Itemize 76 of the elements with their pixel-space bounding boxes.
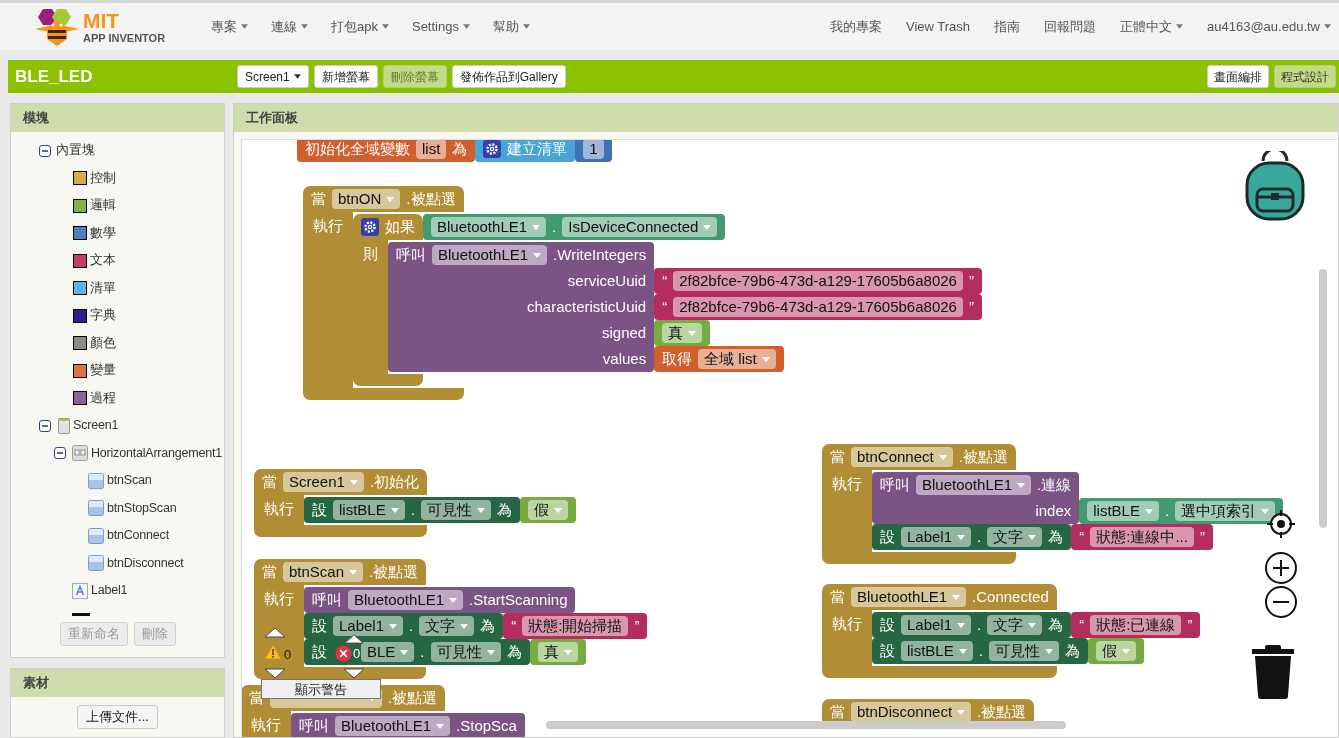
block-label: . <box>410 499 415 520</box>
block-label: 取得 <box>662 348 693 369</box>
block-label: 執行 <box>264 589 294 609</box>
block-label: 如果 <box>385 216 415 237</box>
block-label: 執行 <box>251 715 281 735</box>
block-label: .初始化 <box>369 471 420 492</box>
block-label: 為 <box>452 140 468 159</box>
block-label: serviceUuid <box>567 270 647 291</box>
panel-title: 素材 <box>23 674 49 693</box>
block-label: 初始化全域變數 <box>305 140 410 159</box>
block-label: .StopSca <box>456 715 517 736</box>
block-label: 設 <box>880 526 895 547</box>
block-label: 設 <box>312 641 327 662</box>
block-label: 為 <box>1048 526 1064 547</box>
block-label: ” <box>968 296 974 317</box>
block-label: . <box>978 640 983 661</box>
panel-title: 模塊 <box>23 109 49 128</box>
block-label: 設 <box>312 615 327 636</box>
block-label: “ <box>1079 614 1085 635</box>
block-label: .被點選 <box>958 446 1008 467</box>
block-label: . <box>977 526 982 547</box>
block-label: .被點選 <box>406 188 456 209</box>
block-label: 呼叫 <box>312 589 342 610</box>
block-label: 當 <box>311 188 326 209</box>
block-label: . <box>552 216 557 237</box>
block-label: 為 <box>1064 640 1080 661</box>
block-label: “ <box>511 615 517 636</box>
block-label: 執行 <box>832 614 862 634</box>
block-label: .連線 <box>1037 474 1072 495</box>
block-label: . <box>409 615 414 636</box>
block-label: 為 <box>480 615 496 636</box>
block-label: ” <box>968 270 974 291</box>
block-label: .Connected <box>972 586 1049 607</box>
block-label: 當 <box>262 561 277 582</box>
block-label: .被點選 <box>388 687 438 708</box>
project-name: BLE_LED <box>14 65 94 88</box>
block-label: “ <box>1079 526 1085 547</box>
block-label: 執行 <box>313 216 343 236</box>
block-label: 設 <box>880 640 895 661</box>
block-label: .WriteIntegers <box>553 244 647 265</box>
block-label: .被點選 <box>369 561 419 582</box>
block-label: 當 <box>830 446 845 467</box>
block-label: 為 <box>1048 614 1064 635</box>
block-label: 當 <box>262 471 277 492</box>
block-label: 設 <box>312 499 327 520</box>
block-label: values <box>602 348 647 369</box>
block-label: . <box>977 614 982 635</box>
error-count: 0 <box>353 647 361 660</box>
block-label: index <box>1035 500 1072 521</box>
block-label: ” <box>1199 526 1205 547</box>
block-label: .被點選 <box>977 701 1027 722</box>
block-label: 設 <box>880 614 895 635</box>
block-label: . <box>420 641 425 662</box>
logo-title: MIT <box>83 9 121 31</box>
block-label: ” <box>1187 614 1193 635</box>
block-label: 執行 <box>264 499 294 519</box>
block-label: . <box>1164 500 1170 521</box>
block-label: 為 <box>496 499 512 520</box>
panel-title: 工作面板 <box>246 109 298 128</box>
block-label: 呼叫 <box>299 715 329 736</box>
block-label: “ <box>662 296 668 317</box>
block-label: 當 <box>830 701 845 722</box>
block-label: 呼叫 <box>880 474 910 495</box>
block-label: 當 <box>830 586 845 607</box>
logo-subtitle: APP INVENTOR <box>83 32 166 44</box>
block-label: characteristicUuid <box>526 296 647 317</box>
block-label: “ <box>662 270 668 291</box>
block-label: ” <box>634 615 640 636</box>
warning-count: 0 <box>284 646 292 664</box>
block-label: 執行 <box>832 474 862 494</box>
block-label: .StartScanning <box>469 589 568 610</box>
block-label: 呼叫 <box>396 244 426 265</box>
block-label: 為 <box>506 641 522 662</box>
block-label: 則 <box>363 244 378 264</box>
block-label: 建立清單 <box>507 140 568 159</box>
block-label: signed <box>601 322 647 343</box>
